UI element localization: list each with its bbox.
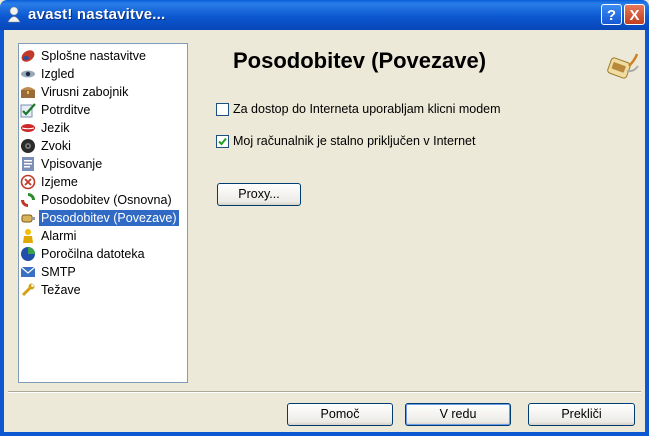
footer-separator [8, 391, 641, 393]
sidebar-item-label: Virusni zabojnik [41, 85, 129, 99]
update-icon [21, 193, 35, 207]
window-frame-right [645, 30, 649, 436]
sidebar-item-troubleshooting[interactable]: Težave [20, 281, 83, 299]
sidebar-item-virus-chest[interactable]: Virusni zabojnik [20, 83, 130, 101]
dialup-modem-checkbox[interactable] [216, 102, 229, 116]
window-frame-left [0, 30, 4, 436]
window-frame-bottom [0, 432, 649, 436]
always-connected-option[interactable]: Moj računalnik je stalno priključen v In… [216, 133, 475, 149]
sidebar-item-label: Težave [41, 283, 81, 297]
sidebar-item-label: Posodobitev (Povezave) [39, 210, 179, 226]
sidebar-item-label: Alarmi [41, 229, 77, 243]
settings-category-list[interactable]: Splošne nastavitve Izgled Virusni zabojn… [18, 43, 188, 383]
title-bar: avast! nastavitve... ? X [0, 0, 649, 30]
checkmark-icon [218, 137, 227, 145]
always-connected-checkbox[interactable] [216, 134, 229, 148]
alarm-icon [23, 229, 33, 243]
eye-icon [21, 70, 35, 78]
page-title: Posodobitev (Povezave) [233, 48, 487, 73]
avast-icon [7, 6, 21, 23]
sidebar-item-label: Splošne nastavitve [41, 49, 146, 63]
report-icon [21, 247, 35, 261]
sidebar-item-label: Posodobitev (Osnovna) [41, 193, 172, 207]
dialup-modem-option[interactable]: Za dostop do Interneta uporabljam klicni… [216, 101, 501, 117]
avast-ball-icon [21, 50, 35, 62]
sidebar-item-label: Izjeme [41, 175, 78, 189]
sidebar-item-general[interactable]: Splošne nastavitve [20, 47, 148, 65]
log-icon [22, 157, 34, 171]
connection-icon [21, 214, 35, 223]
lips-icon [21, 124, 35, 132]
sidebar-item-label: Zvoki [41, 139, 71, 153]
sidebar-item-appearance[interactable]: Izgled [20, 65, 76, 83]
sidebar-item-alarms[interactable]: Alarmi [20, 227, 78, 245]
speaker-icon [21, 139, 35, 153]
ok-button[interactable]: V redu [405, 403, 511, 426]
always-connected-label: Moj računalnik je stalno priključen v In… [233, 134, 476, 148]
sidebar-item-label: SMTP [41, 265, 76, 279]
help-button[interactable]: ? [601, 4, 622, 25]
sidebar-item-smtp[interactable]: SMTP [20, 263, 78, 281]
sidebar-item-sounds[interactable]: Zvoki [20, 137, 73, 155]
proxy-button[interactable]: Proxy... [217, 183, 301, 206]
exclusion-icon [20, 174, 36, 190]
sidebar-item-logging[interactable]: Vpisovanje [20, 155, 104, 173]
checkmark-icon [20, 103, 36, 118]
sidebar-item-label: Jezik [41, 121, 70, 135]
window-title: avast! nastavitve... [28, 6, 166, 23]
dialup-modem-label: Za dostop do Interneta uporabljam klicni… [233, 102, 501, 116]
help-footer-button[interactable]: Pomoč [287, 403, 393, 426]
sidebar-item-report-file[interactable]: Poročilna datoteka [20, 245, 147, 263]
sidebar-item-update-connections[interactable]: Posodobitev (Povezave) [20, 209, 179, 227]
sidebar-item-update-basic[interactable]: Posodobitev (Osnovna) [20, 191, 174, 209]
smtp-icon [20, 266, 36, 277]
chest-icon [21, 87, 35, 98]
cancel-button[interactable]: Prekliči [528, 403, 635, 426]
wrench-icon [21, 283, 35, 297]
sidebar-item-label: Vpisovanje [41, 157, 103, 171]
network-plug-icon [607, 53, 639, 79]
close-button[interactable]: X [624, 4, 645, 25]
sidebar-item-language[interactable]: Jezik [20, 119, 71, 137]
sidebar-item-confirmations[interactable]: Potrditve [20, 101, 92, 119]
sidebar-item-exclusions[interactable]: Izjeme [20, 173, 80, 191]
sidebar-item-label: Izgled [41, 67, 75, 81]
sidebar-item-label: Poročilna datoteka [41, 247, 145, 261]
sidebar-item-label: Potrditve [41, 103, 91, 117]
